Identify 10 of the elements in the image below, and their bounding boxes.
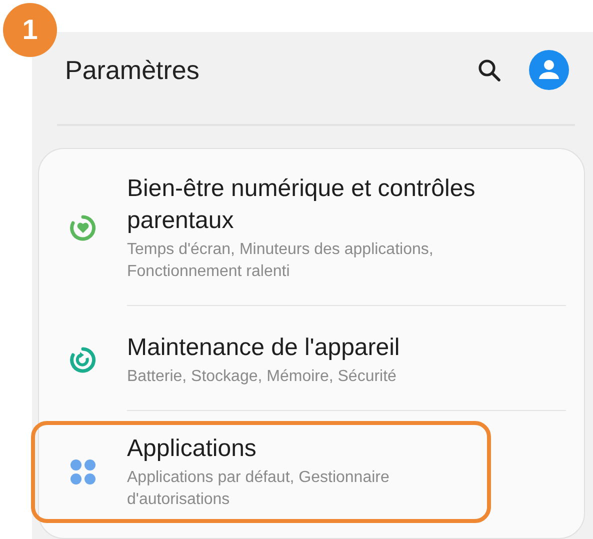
screen-title: Paramètres	[65, 54, 200, 86]
item-title: Maintenance de l'appareil	[127, 333, 401, 363]
profile-avatar-icon[interactable]	[529, 50, 569, 90]
step-badge: 1	[3, 3, 57, 57]
item-subtitle: Batterie, Stockage, Mémoire, Sécurité	[127, 367, 398, 387]
search-icon[interactable]	[477, 58, 501, 82]
item-title: Applications	[127, 434, 258, 464]
item-subtitle: Temps d'écran, Minuteurs des applications, Fonctionnement ralenti	[127, 240, 434, 282]
item-title: Bien-être numérique et contrôles parentaux	[127, 174, 476, 236]
item-subtitle: Applications par défaut, Gestionnaire d'autorisations	[127, 468, 390, 510]
